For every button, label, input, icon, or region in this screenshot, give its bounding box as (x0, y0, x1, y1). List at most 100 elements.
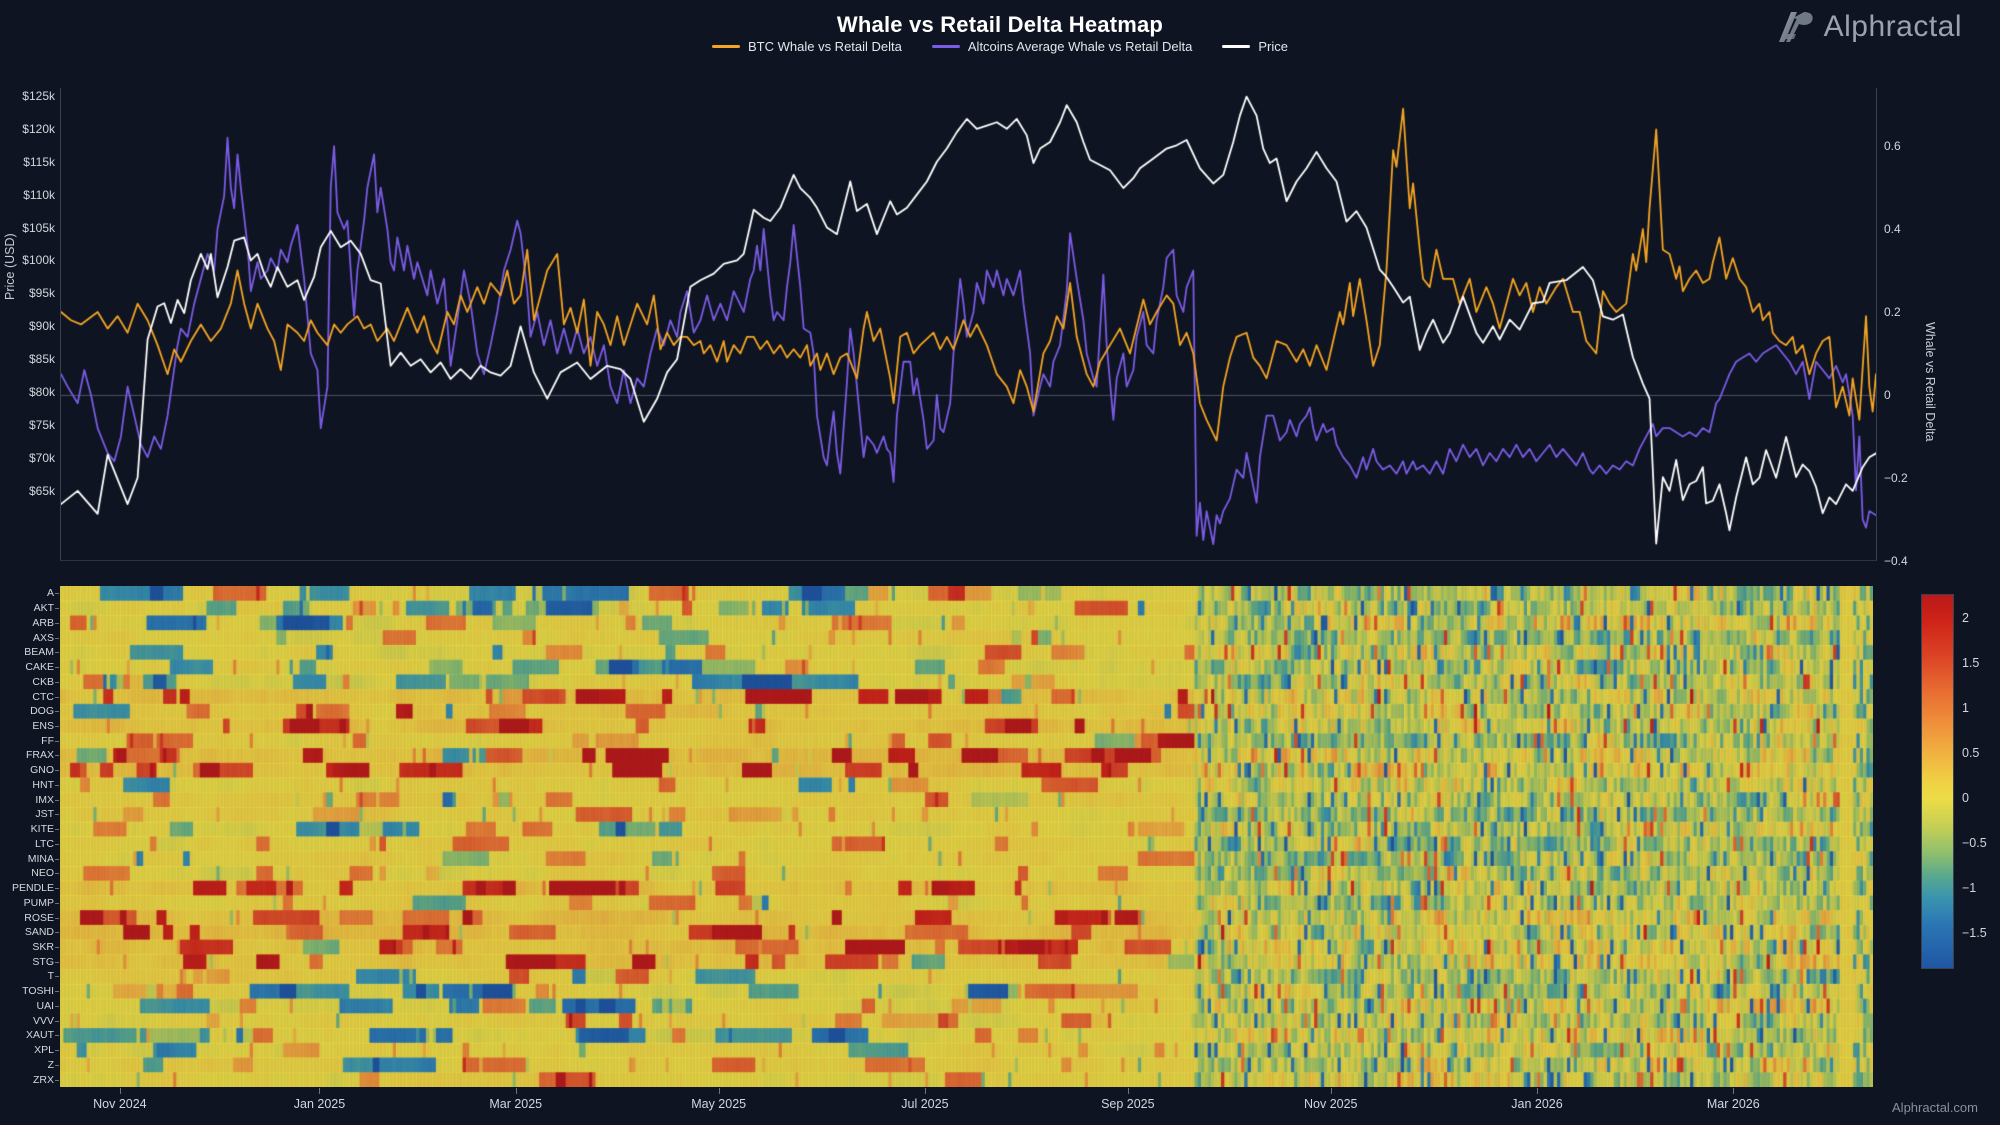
time-axis-tick: Mar 2026 (1707, 1097, 1760, 1111)
heatmap-row-label-ckb: CKB (8, 676, 54, 688)
heatmap-row-label-cake: CAKE (8, 661, 54, 673)
delta-axis-tick: −0.2 (1884, 471, 1908, 485)
time-axis-tick: Jan 2025 (294, 1097, 345, 1111)
price-axis-tick: $65k (29, 484, 55, 498)
heatmap-row-label-ctc: CTC (8, 691, 54, 703)
heatmap-row-tick (55, 593, 59, 594)
delta-axis-tick: −0.4 (1884, 554, 1908, 568)
time-axis-tick-mark (120, 1088, 121, 1094)
legend-item-price[interactable]: Price (1222, 39, 1288, 54)
heatmap-row-label-skr: SKR (8, 941, 54, 953)
price-axis-tick: $90k (29, 319, 55, 333)
heatmap-row-tick (55, 1065, 59, 1066)
heatmap-row-label-akt: AKT (8, 602, 54, 614)
heatmap-row-tick (55, 785, 59, 786)
line-chart-canvas[interactable] (61, 88, 1876, 560)
heatmap-row-label-hnt: HNT (8, 779, 54, 791)
colorbar-tick: 1 (1962, 701, 1969, 715)
heatmap-row-label-kite: KITE (8, 823, 54, 835)
heatmap-row-tick (55, 991, 59, 992)
heatmap-row-tick (55, 1050, 59, 1051)
line-chart-plot-area[interactable] (60, 88, 1877, 561)
delta-axis-tick: 0.2 (1884, 305, 1901, 319)
heatmap-row-label-stg: STG (8, 956, 54, 968)
price-axis-tick: $95k (29, 286, 55, 300)
colorbar-tick: −0.5 (1962, 836, 1987, 850)
heatmap-row-tick (55, 903, 59, 904)
heatmap-row-tick (55, 697, 59, 698)
price-axis-tick: $105k (22, 221, 55, 235)
heatmap-row-tick (55, 623, 59, 624)
heatmap-row-tick (55, 873, 59, 874)
heatmap-row-tick (55, 741, 59, 742)
heatmap-row-tick (55, 726, 59, 727)
time-axis-tick: Nov 2024 (93, 1097, 147, 1111)
colorbar-tick: 1.5 (1962, 656, 1979, 670)
heatmap-row-tick (55, 755, 59, 756)
heatmap-row-label-mina: MINA (8, 853, 54, 865)
price-axis-tick: $125k (22, 89, 55, 103)
heatmap-row-tick (55, 947, 59, 948)
price-axis-tick: $70k (29, 451, 55, 465)
time-axis-tick-mark (719, 1088, 720, 1094)
legend-label: BTC Whale vs Retail Delta (748, 39, 902, 54)
heatmap-row-tick (55, 1035, 59, 1036)
legend-item-alt-delta[interactable]: Altcoins Average Whale vs Retail Delta (932, 39, 1192, 54)
heatmap-row-tick (55, 638, 59, 639)
price-axis-tick: $110k (23, 188, 55, 202)
legend-item-btc-delta[interactable]: BTC Whale vs Retail Delta (712, 39, 902, 54)
heatmap-row-tick (55, 711, 59, 712)
heatmap-row-tick (55, 859, 59, 860)
heatmap-row-label-rose: ROSE (8, 912, 54, 924)
heatmap-row-label-zrx: ZRX (8, 1074, 54, 1086)
heatmap-row-label-dog: DOG (8, 705, 54, 717)
time-axis-tick: Mar 2025 (489, 1097, 542, 1111)
heatmap-row-label-z: Z (8, 1059, 54, 1071)
heatmap-row-label-uai: UAI (8, 1000, 54, 1012)
logo-text: Alphractal (1824, 10, 1962, 44)
heatmap-row-tick (55, 918, 59, 919)
heatmap-row-label-arb: ARB (8, 617, 54, 629)
heatmap-row-label-toshi: TOSHI (8, 985, 54, 997)
colorbar-tick: −1.5 (1962, 926, 1987, 940)
heatmap-row-label-ens: ENS (8, 720, 54, 732)
heatmap-row-label-xpl: XPL (8, 1044, 54, 1056)
heatmap-row-tick (55, 932, 59, 933)
heatmap-row-label-ltc: LTC (8, 838, 54, 850)
colorbar (1921, 594, 1954, 969)
heatmap-row-tick (55, 652, 59, 653)
whale-retail-delta-dashboard: Whale vs Retail Delta Heatmap BTC Whale … (0, 0, 2000, 1125)
time-axis-tick-mark (925, 1088, 926, 1094)
delta-axis-title: Whale vs Retail Delta (1923, 322, 1937, 442)
footer-watermark: Alphractal.com (1892, 1100, 1978, 1115)
heatmap-row-label-jst: JST (8, 808, 54, 820)
time-axis-tick-mark (1733, 1088, 1734, 1094)
delta-axis-tick: 0 (1884, 388, 1891, 402)
legend: BTC Whale vs Retail Delta Altcoins Avera… (0, 39, 2000, 54)
colorbar-tick: 2 (1962, 611, 1969, 625)
heatmap-canvas[interactable] (60, 586, 1873, 1087)
price-axis-tick: $115k (23, 155, 55, 169)
heatmap-row-tick (55, 888, 59, 889)
price-axis-tick: $120k (22, 122, 55, 136)
heatmap-row-tick (55, 962, 59, 963)
heatmap-row-label-pump: PUMP (8, 897, 54, 909)
btc-delta-line-icon (712, 45, 740, 48)
heatmap-row-label-neo: NEO (8, 867, 54, 879)
heatmap-row-label-vvv: VVV (8, 1015, 54, 1027)
heatmap-row-tick (55, 844, 59, 845)
heatmap-row-tick (55, 814, 59, 815)
price-line-icon (1222, 45, 1250, 48)
heatmap-row-label-ff: FF (8, 735, 54, 747)
time-axis-tick-mark (1537, 1088, 1538, 1094)
heatmap-row-tick (55, 829, 59, 830)
heatmap-row-tick (55, 1006, 59, 1007)
alt-delta-line-icon (932, 45, 960, 48)
heatmap-row-label-axs: AXS (8, 632, 54, 644)
alphractal-logo[interactable]: Alphractal (1776, 8, 1962, 46)
page-title: Whale vs Retail Delta Heatmap (0, 12, 2000, 38)
price-axis-title: Price (USD) (3, 233, 17, 300)
time-axis-tick: May 2025 (691, 1097, 746, 1111)
heatmap-row-label-pendle: PENDLE (8, 882, 54, 894)
heatmap-row-tick (55, 608, 59, 609)
